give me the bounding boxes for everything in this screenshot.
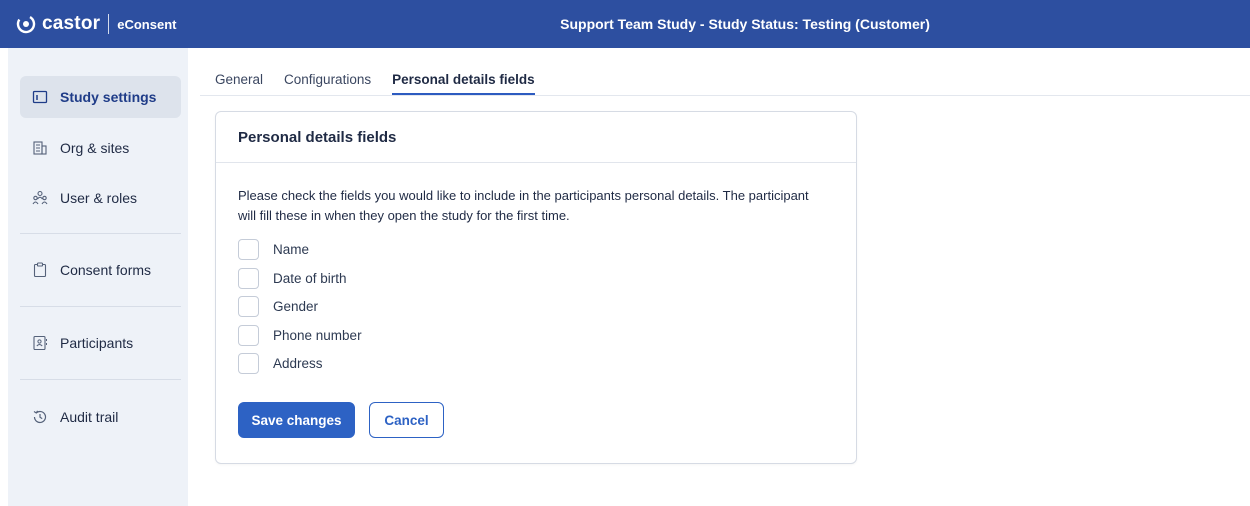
sidebar: Study settings Org & sites User & roles … [8,48,188,506]
sidebar-item-label: Audit trail [60,409,119,425]
sidebar-divider [20,306,181,307]
gender-checkbox[interactable] [238,295,259,317]
sidebar-divider [20,379,181,380]
field-label: Date of birth [273,270,347,286]
tab-personal-details-fields[interactable]: Personal details fields [392,72,535,96]
field-gender-option[interactable]: Gender [238,295,318,317]
sidebar-divider [20,233,181,234]
save-changes-button[interactable]: Save changes [238,402,355,438]
sidebar-item-label: Study settings [60,89,157,105]
sidebar-item-label: User & roles [60,190,138,206]
study-title: Support Team Study - Study Status: Testi… [560,16,930,32]
clipboard-icon [33,262,47,278]
field-label: Phone number [273,327,362,343]
date-of-birth-checkbox[interactable] [238,267,259,289]
top-bar: castor eConsent Support Team Study - Stu… [0,0,1250,48]
field-phone-number-option[interactable]: Phone number [238,324,362,346]
sidebar-item-label: Consent forms [60,262,152,278]
field-name-option[interactable]: Name [238,238,309,260]
sidebar-item-consent-forms[interactable]: Consent forms [20,249,181,291]
building-icon [33,141,47,155]
field-label: Address [273,355,323,371]
card-description: Please check the fields you would like t… [238,188,809,223]
card-title: Personal details fields [216,112,856,163]
sidebar-item-label: Participants [60,335,134,351]
name-checkbox[interactable] [238,238,259,260]
field-label: Gender [273,298,319,314]
tabs-divider [200,95,1250,96]
settings-tabs: General Configurations Personal details … [215,72,556,96]
cancel-button[interactable]: Cancel [369,402,444,438]
field-address-option[interactable]: Address [238,352,323,374]
address-checkbox[interactable] [238,352,259,374]
history-icon [33,410,47,424]
personal-details-card: Personal details fields Please check the… [215,111,857,464]
field-label: Name [273,241,310,257]
users-icon [32,190,48,205]
sidebar-item-org-sites[interactable]: Org & sites [20,127,181,169]
phone-number-checkbox[interactable] [238,324,259,346]
tab-general[interactable]: General [215,72,263,96]
sidebar-item-user-roles[interactable]: User & roles [20,177,181,219]
sidebar-item-audit-trail[interactable]: Audit trail [20,396,181,438]
contact-book-icon [33,335,47,351]
field-date-of-birth-option[interactable]: Date of birth [238,267,347,289]
sidebar-item-label: Org & sites [60,140,130,156]
sidebar-item-participants[interactable]: Participants [20,322,181,364]
tab-configurations[interactable]: Configurations [284,72,371,96]
sidebar-item-study-settings[interactable]: Study settings [20,76,181,118]
settings-window-icon [32,90,48,104]
